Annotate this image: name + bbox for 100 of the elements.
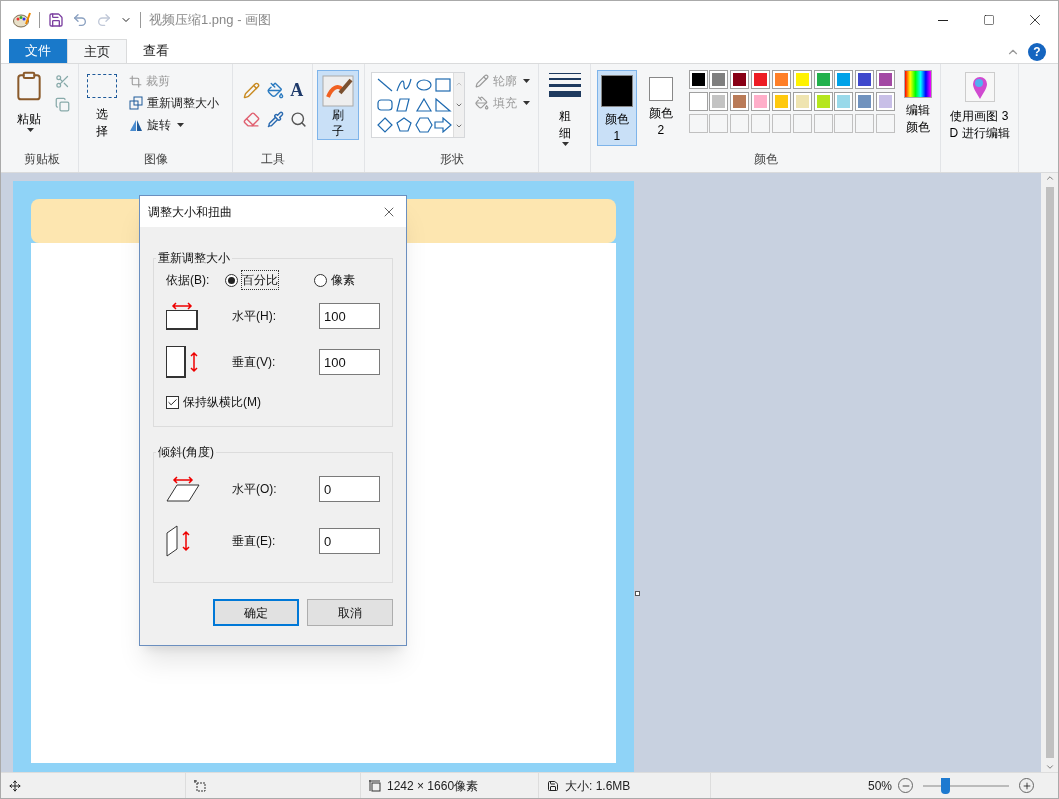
shape-icon[interactable] (434, 117, 453, 133)
number-field[interactable]: 100 (319, 349, 380, 375)
shape-icon[interactable] (395, 77, 414, 93)
scroll-down-icon[interactable] (1044, 762, 1055, 772)
field-label: 水平(H): (232, 308, 277, 325)
field-label: 垂直(E): (232, 533, 277, 550)
color-slot-button[interactable]: 颜色 1 (597, 70, 637, 146)
palette-swatch[interactable] (834, 70, 854, 89)
select-button[interactable]: 选择 (85, 70, 119, 140)
ribbon-button[interactable]: 重新调整大小 (127, 92, 221, 114)
save-icon[interactable] (48, 12, 64, 28)
palette-swatch[interactable] (855, 92, 875, 111)
shape-icon[interactable] (376, 77, 394, 93)
palette-swatch[interactable] (876, 92, 896, 111)
shape-icon[interactable] (434, 77, 453, 93)
undo-icon[interactable] (72, 12, 88, 28)
palette-swatch[interactable] (834, 92, 854, 111)
vertical-scrollbar[interactable] (1041, 173, 1058, 772)
magnifier-icon[interactable] (290, 111, 308, 128)
palette-swatch[interactable] (876, 70, 896, 89)
color-slot-button[interactable]: 颜色 2 (640, 70, 681, 146)
plus-icon (1021, 780, 1032, 791)
image-size-icon (369, 779, 381, 792)
ribbon-tab[interactable]: 查看 (127, 39, 185, 63)
shape-icon[interactable] (434, 97, 453, 113)
palette-swatch[interactable] (813, 92, 833, 111)
shape-icon[interactable] (395, 117, 414, 133)
palette-swatch[interactable] (792, 92, 812, 111)
edit-colors-button[interactable]: 编辑颜色 (901, 70, 934, 136)
line-width-icon (548, 72, 581, 100)
pipette-icon[interactable] (266, 111, 284, 128)
paint-bucket-icon (475, 96, 489, 110)
palette-swatch[interactable] (792, 70, 812, 89)
group-label: 剪贴板 (22, 151, 61, 168)
palette-swatch[interactable] (855, 70, 875, 89)
palette-swatch[interactable] (709, 70, 729, 89)
palette-swatch[interactable] (771, 92, 791, 111)
zoom-level: 50% (867, 777, 892, 795)
wide-rectangle-icon (166, 310, 198, 330)
group-label: 图像 (142, 151, 169, 168)
file-menu-tab[interactable]: 文件 (9, 39, 67, 63)
scroll-up-icon[interactable] (1044, 173, 1055, 183)
palette-swatch[interactable] (730, 92, 750, 111)
text-tool-icon[interactable]: A (290, 82, 306, 99)
palette-swatch[interactable] (771, 70, 791, 89)
redo-icon[interactable] (96, 12, 112, 28)
brushes-button[interactable]: 刷子 (317, 70, 359, 140)
crop-icon (129, 74, 142, 88)
palette-swatch[interactable] (730, 70, 750, 89)
ok-button[interactable]: 确定 (213, 599, 299, 626)
group-legend: 倾斜(角度) (156, 443, 216, 461)
field-label: 水平(O): (232, 481, 278, 498)
palette-swatch[interactable] (688, 70, 708, 89)
radio-option[interactable]: 像素 (314, 271, 356, 289)
resize-handle[interactable] (635, 591, 640, 596)
caret-icon (177, 123, 184, 127)
ribbon-tab[interactable]: 主页 (67, 39, 127, 63)
cancel-button[interactable]: 取消 (307, 599, 393, 626)
palette-swatch[interactable] (813, 70, 833, 89)
ribbon-button[interactable]: 旋转 (127, 114, 221, 136)
palette-swatch[interactable] (751, 70, 771, 89)
dialog-title: 调整大小和扭曲 (148, 203, 232, 221)
shape-icon[interactable] (376, 117, 394, 133)
copy-icon[interactable] (55, 97, 70, 112)
pencil-icon[interactable] (243, 82, 260, 99)
vertical-arrow-icon (182, 530, 190, 552)
skewed-tall-shape-icon (166, 525, 178, 557)
cursor-position-icon (9, 779, 21, 792)
paint-3d-icon (964, 72, 995, 102)
field-label: 依据(B): (166, 272, 210, 289)
file-size: 大小: 1.6MB (565, 777, 631, 795)
paint-bucket-icon[interactable] (266, 82, 284, 99)
pencil-icon (475, 74, 489, 88)
eraser-icon[interactable] (243, 111, 260, 128)
shape-icon[interactable] (414, 97, 433, 113)
minimize-icon (938, 19, 948, 21)
shape-icon[interactable] (376, 97, 394, 113)
zoom-slider-thumb[interactable] (940, 777, 950, 794)
shape-icon[interactable] (414, 117, 433, 133)
palette-swatch[interactable] (709, 92, 729, 111)
cut-icon[interactable] (55, 74, 70, 89)
palette-swatch[interactable] (688, 92, 708, 111)
spectrum-icon (903, 70, 932, 98)
paint-3d-button[interactable]: 使用画图 3D 进行编辑 (946, 72, 1013, 172)
group-label: 工具 (259, 151, 286, 168)
palette-swatch[interactable] (751, 92, 771, 111)
scroll-down-icon[interactable] (455, 101, 464, 109)
number-field[interactable]: 100 (319, 303, 380, 329)
number-field[interactable]: 0 (319, 528, 380, 554)
help-icon[interactable]: ? (1028, 43, 1046, 61)
caret-icon (562, 142, 569, 146)
zoom-slider[interactable] (923, 777, 1009, 794)
size-button[interactable]: 粗细 (548, 72, 581, 172)
number-field[interactable]: 0 (319, 476, 380, 502)
group-legend: 重新调整大小 (156, 249, 232, 267)
group-label: 颜色 (752, 151, 779, 168)
paste-button[interactable]: 粘贴 (11, 70, 47, 132)
radio-option[interactable]: 百分比 (225, 271, 279, 289)
shape-icon[interactable] (414, 77, 433, 93)
keep-ratio-checkbox[interactable]: 保持纵横比(M) (166, 393, 380, 411)
